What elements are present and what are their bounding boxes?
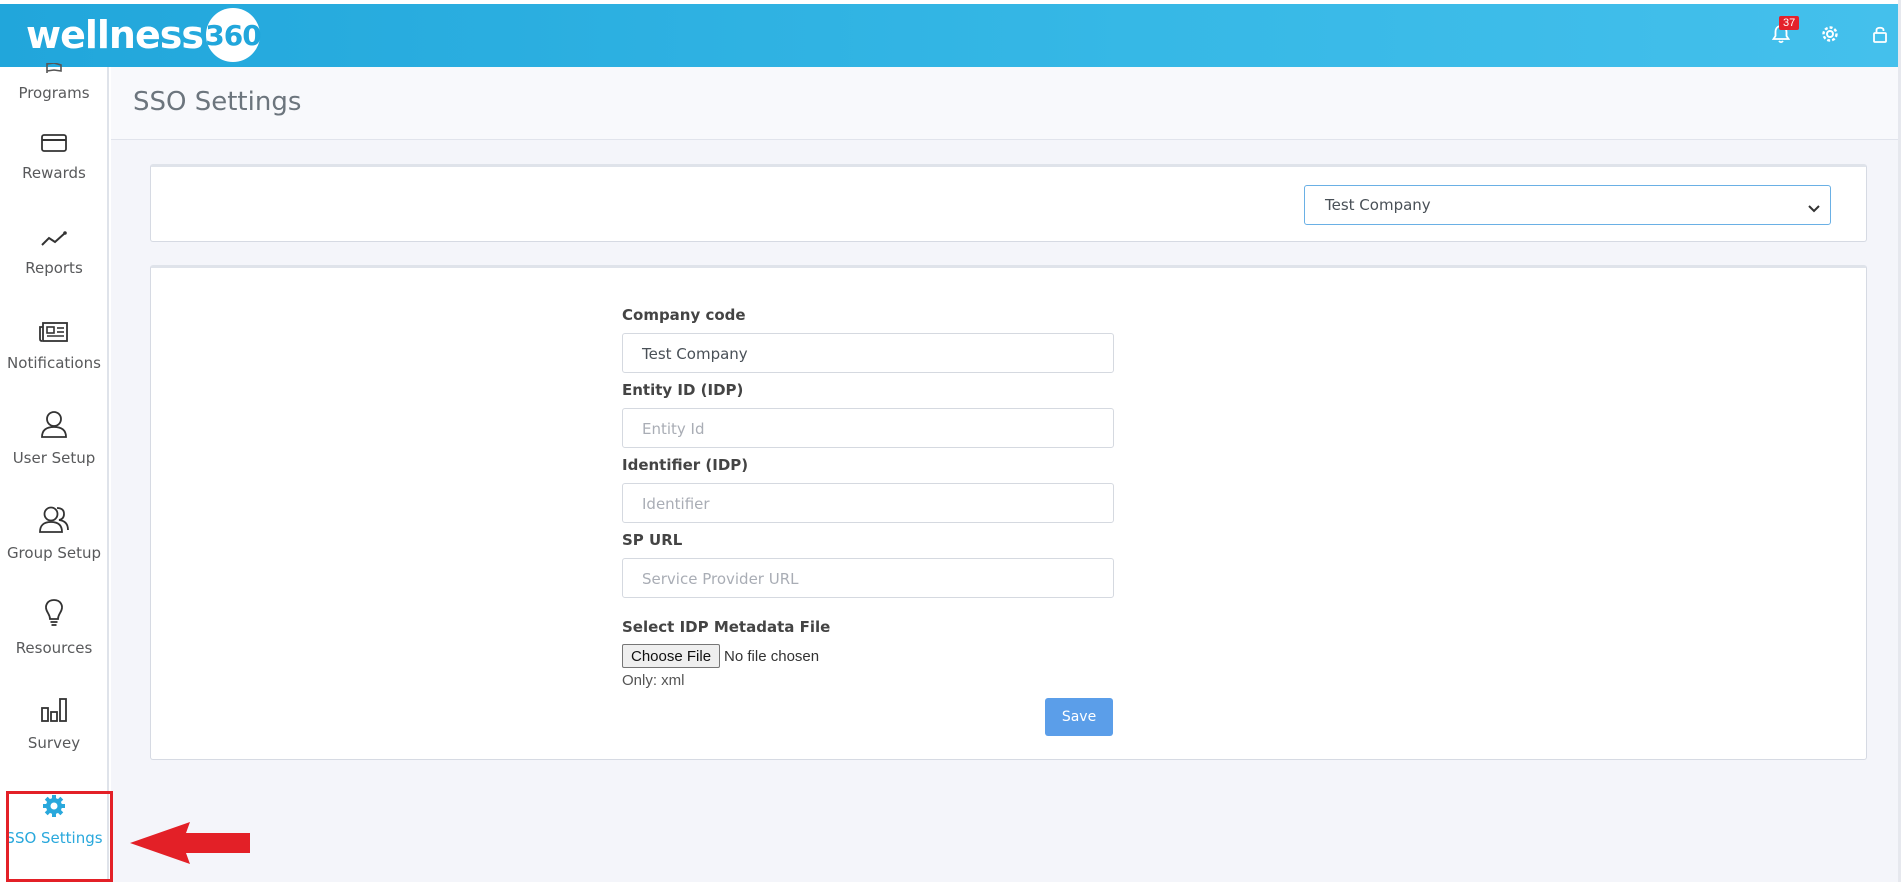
sidebar-item-label: Notifications: [7, 354, 101, 372]
sidebar-item-label: Group Setup: [6, 544, 102, 562]
chevron-down-icon: [1808, 199, 1820, 217]
company-code-input[interactable]: Test Company: [622, 333, 1114, 373]
file-picker: Choose File No file chosen: [622, 644, 819, 668]
gear-icon[interactable]: [1818, 22, 1842, 46]
file-type-hint: Only: xml: [622, 672, 685, 689]
sidebar-item-survey[interactable]: Survey: [0, 682, 108, 752]
sidebar-item-reports[interactable]: Reports: [0, 207, 108, 277]
sidebar-item-label: Reports: [25, 259, 83, 277]
notification-badge: 37: [1779, 16, 1800, 30]
identifier-label: Identifier (IDP): [622, 456, 749, 474]
red-arrow-icon: [128, 820, 252, 871]
sidebar-item-resources[interactable]: Resources: [0, 587, 108, 657]
choose-file-button[interactable]: Choose File: [622, 644, 721, 668]
save-button[interactable]: Save: [1045, 698, 1113, 736]
sp-url-placeholder: Service Provider URL: [642, 570, 799, 588]
sidebar-item-rewards[interactable]: Rewards: [0, 112, 108, 182]
highlight-box: [6, 791, 113, 882]
file-status: No file chosen: [724, 647, 820, 665]
sidebar-item-notifications[interactable]: Notifications: [0, 302, 108, 372]
sidebar-item-label: Rewards: [22, 164, 86, 182]
lock-icon[interactable]: [1868, 22, 1892, 46]
identifier-placeholder: Identifier: [642, 495, 710, 513]
metadata-file-label: Select IDP Metadata File: [622, 618, 831, 636]
sidebar-item-user-setup[interactable]: User Setup: [0, 397, 108, 467]
sidebar-item-label: Programs: [18, 84, 90, 102]
sidebar-item-programs[interactable]: Programs: [0, 0, 108, 102]
company-code-value: Test Company: [642, 345, 748, 363]
company-select-value: Test Company: [1325, 196, 1431, 214]
sp-url-label: SP URL: [622, 531, 683, 549]
app-window: wellness 360 37 Programs Rewards Reports…: [0, 0, 1901, 882]
user-icon: [40, 410, 68, 443]
logo-badge: 360: [205, 8, 262, 62]
flag-icon: [42, 60, 66, 78]
entity-id-label: Entity ID (IDP): [622, 381, 744, 399]
sp-url-input[interactable]: Service Provider URL: [622, 558, 1114, 598]
sidebar-item-label: Resources: [15, 639, 93, 657]
page-title: SSO Settings: [133, 87, 302, 117]
bell-icon[interactable]: 37: [1769, 16, 1800, 46]
identifier-input[interactable]: Identifier: [622, 483, 1114, 523]
entity-id-input[interactable]: Entity Id: [622, 408, 1114, 448]
newspaper-icon: [39, 321, 69, 348]
sidebar: Programs Rewards Reports Notifications U…: [0, 62, 109, 882]
bar-chart-icon: [40, 697, 68, 728]
lightbulb-icon: [43, 598, 65, 633]
page-header: SSO Settings: [111, 67, 1898, 140]
company-code-label: Company code: [622, 306, 746, 324]
top-header: wellness 360 37: [0, 4, 1898, 67]
company-select[interactable]: Test Company: [1304, 185, 1831, 225]
trend-line-icon: [40, 230, 68, 253]
card-icon: [41, 133, 67, 158]
entity-id-placeholder: Entity Id: [642, 420, 705, 438]
group-icon: [39, 505, 69, 538]
sidebar-item-group-setup[interactable]: Group Setup: [0, 492, 108, 562]
sidebar-item-label: Survey: [27, 734, 81, 752]
sidebar-item-label: User Setup: [12, 449, 96, 467]
